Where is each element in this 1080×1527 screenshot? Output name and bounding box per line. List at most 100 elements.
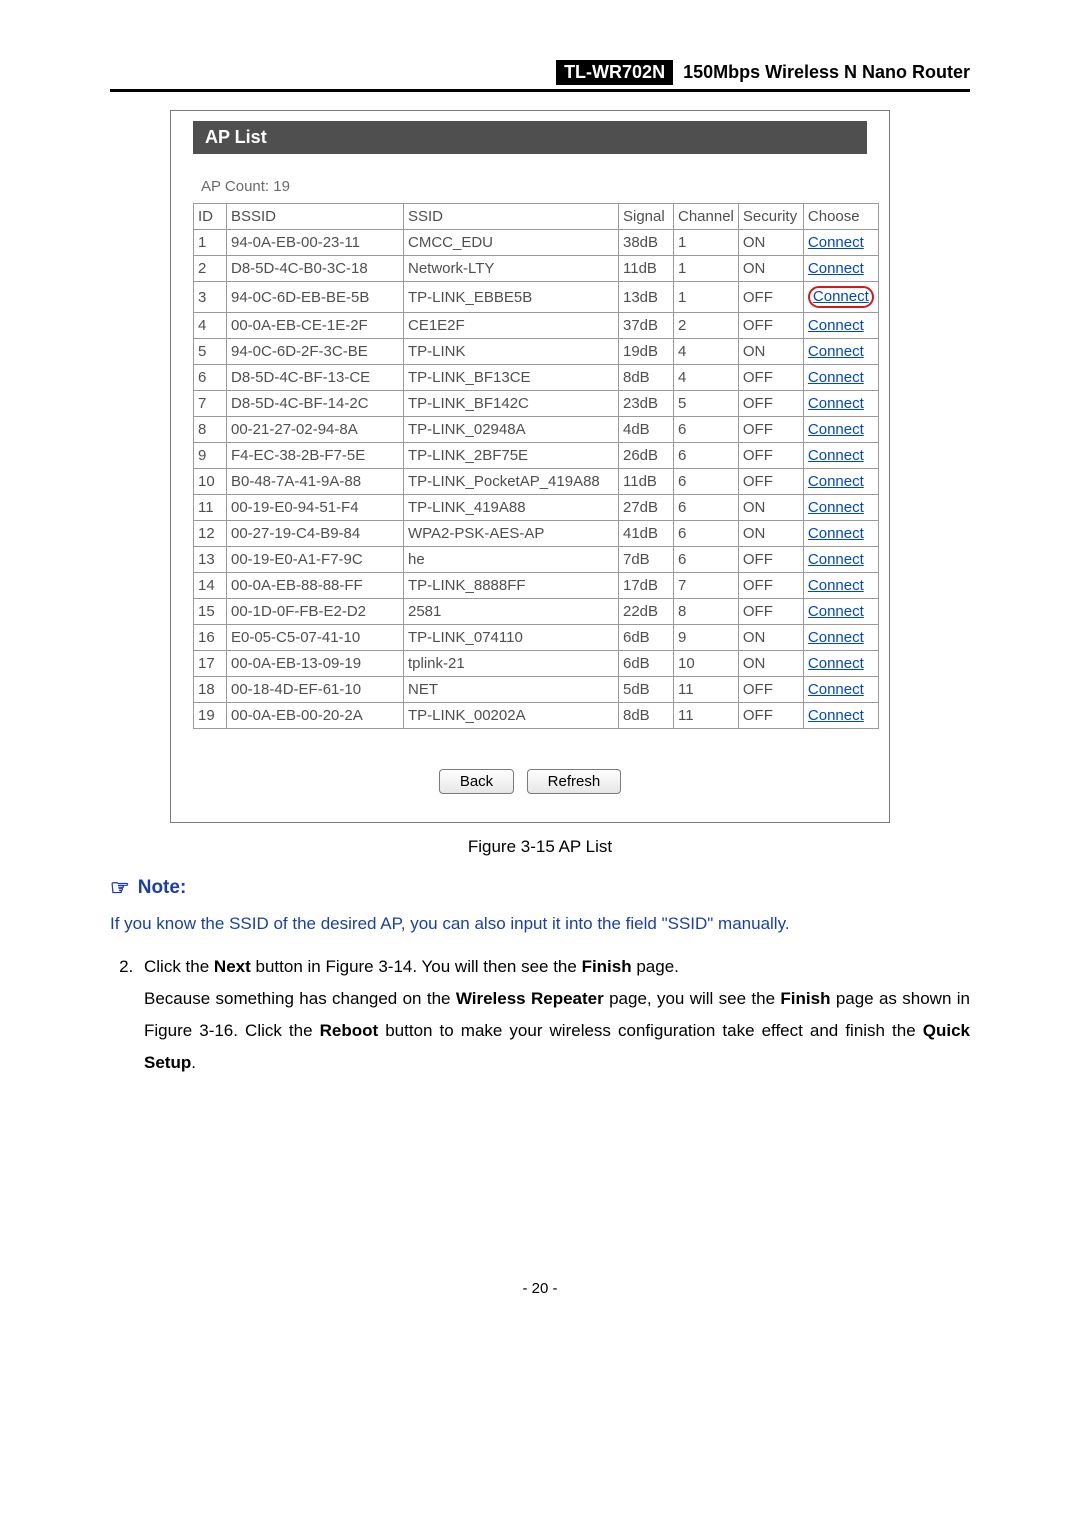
cell: 18 [194,677,227,703]
cell: 19dB [619,339,674,365]
connect-link[interactable]: Connect [808,473,864,490]
cell: OFF [738,365,803,391]
cell: 5 [674,391,739,417]
cell: F4-EC-38-2B-F7-5E [227,443,404,469]
cell: TP-LINK_PocketAP_419A88 [404,469,619,495]
table-row: 16E0-05-C5-07-41-10TP-LINK_0741106dB9ONC… [194,625,879,651]
cell: OFF [738,443,803,469]
connect-link[interactable]: Connect [813,288,869,305]
cell-choose: Connect [803,313,878,339]
cell: 1 [194,230,227,256]
connect-link[interactable]: Connect [808,421,864,438]
kw-next: Next [214,957,251,976]
connect-link[interactable]: Connect [808,681,864,698]
cell: 7 [674,573,739,599]
cell: 10 [194,469,227,495]
cell: NET [404,677,619,703]
table-row: 6D8-5D-4C-BF-13-CETP-LINK_BF13CE8dB4OFFC… [194,365,879,391]
cell: 00-0A-EB-00-20-2A [227,703,404,729]
cell: OFF [738,677,803,703]
cell: 38dB [619,230,674,256]
cell: 22dB [619,599,674,625]
cell: 00-0A-EB-88-88-FF [227,573,404,599]
cell-choose: Connect [803,651,878,677]
connect-link[interactable]: Connect [808,260,864,277]
cell: 4 [674,365,739,391]
connect-link[interactable]: Connect [808,317,864,334]
cell: 8 [674,599,739,625]
connect-link[interactable]: Connect [808,707,864,724]
cell-choose: Connect [803,677,878,703]
connect-link[interactable]: Connect [808,234,864,251]
cell: 3 [194,282,227,313]
col-signal: Signal [619,204,674,230]
cell: 8dB [619,365,674,391]
cell: 00-1D-0F-FB-E2-D2 [227,599,404,625]
cell-choose: Connect [803,339,878,365]
cell: ON [738,339,803,365]
table-row: 1700-0A-EB-13-09-19tplink-216dB10ONConne… [194,651,879,677]
table-row: 400-0A-EB-CE-1E-2FCE1E2F37dB2OFFConnect [194,313,879,339]
cell: 4 [674,339,739,365]
cell-choose: Connect [803,599,878,625]
connect-link[interactable]: Connect [808,447,864,464]
cell: 8 [194,417,227,443]
cell-choose: Connect [803,365,878,391]
cell: 37dB [619,313,674,339]
instruction-step-2: Click the Next button in Figure 3-14. Yo… [138,951,970,1080]
cell-choose: Connect [803,625,878,651]
table-row: 7D8-5D-4C-BF-14-2CTP-LINK_BF142C23dB5OFF… [194,391,879,417]
cell: tplink-21 [404,651,619,677]
cell-choose: Connect [803,469,878,495]
connect-link[interactable]: Connect [808,629,864,646]
cell: TP-LINK [404,339,619,365]
figure-caption: Figure 3-15 AP List [110,837,970,857]
connect-link[interactable]: Connect [808,395,864,412]
ap-count: AP Count: 19 [201,178,889,195]
cell: 11dB [619,469,674,495]
connect-link[interactable]: Connect [808,551,864,568]
cell: B0-48-7A-41-9A-88 [227,469,404,495]
connect-link[interactable]: Connect [808,577,864,594]
cell: CE1E2F [404,313,619,339]
connect-link[interactable]: Connect [808,369,864,386]
cell: 9 [674,625,739,651]
table-row: 394-0C-6D-EB-BE-5BTP-LINK_EBBE5B13dB1OFF… [194,282,879,313]
col-ssid: SSID [404,204,619,230]
connect-link[interactable]: Connect [808,603,864,620]
cell: ON [738,256,803,282]
cell: 00-0A-EB-13-09-19 [227,651,404,677]
cell: OFF [738,469,803,495]
cell: 1 [674,282,739,313]
cell: 6 [674,417,739,443]
cell: ON [738,651,803,677]
note-heading: ☞ Note: [110,875,970,901]
table-row: 1300-19-E0-A1-F7-9Che7dB6OFFConnect [194,547,879,573]
cell: E0-05-C5-07-41-10 [227,625,404,651]
cell: 6 [674,547,739,573]
connect-link[interactable]: Connect [808,655,864,672]
refresh-button[interactable]: Refresh [527,769,622,794]
cell-choose: Connect [803,391,878,417]
connect-link[interactable]: Connect [808,525,864,542]
cell: 6dB [619,651,674,677]
col-channel: Channel [674,204,739,230]
cell: 6 [674,469,739,495]
cell: 12 [194,521,227,547]
cell: 94-0C-6D-EB-BE-5B [227,282,404,313]
table-row: 1200-27-19-C4-B9-84WPA2-PSK-AES-AP41dB6O… [194,521,879,547]
cell: WPA2-PSK-AES-AP [404,521,619,547]
cell: 10 [674,651,739,677]
connect-link[interactable]: Connect [808,499,864,516]
cell-choose: Connect [803,703,878,729]
back-button[interactable]: Back [439,769,514,794]
kw-finish: Finish [780,989,830,1008]
connect-link[interactable]: Connect [808,343,864,360]
step-text: . [191,1053,196,1072]
cell: OFF [738,703,803,729]
cell-choose: Connect [803,573,878,599]
cell: 00-27-19-C4-B9-84 [227,521,404,547]
cell-choose: Connect [803,495,878,521]
cell: 4dB [619,417,674,443]
kw-reboot: Reboot [320,1021,379,1040]
